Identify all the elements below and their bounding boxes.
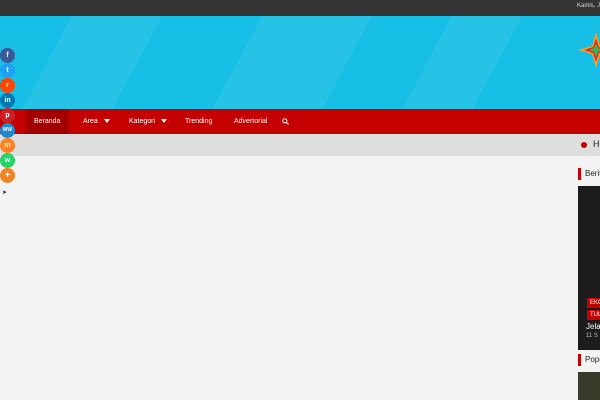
- mix-share-button[interactable]: m: [0, 138, 15, 153]
- nav-item-label: Area: [83, 118, 98, 125]
- featured-news-meta: 11 S: [586, 333, 598, 339]
- category-tag[interactable]: EKO: [587, 298, 600, 308]
- more-icon: +: [4, 170, 11, 181]
- linkedin-share-button[interactable]: in: [0, 93, 15, 108]
- featured-news-headline[interactable]: Jela: [586, 322, 600, 331]
- mewe-icon: MW: [3, 127, 12, 133]
- reddit-share-button[interactable]: r: [0, 78, 15, 93]
- pinterest-share-button[interactable]: p: [0, 108, 15, 123]
- chevron-down-icon: [161, 118, 168, 123]
- current-date: Kamis, J: [576, 3, 600, 9]
- whatsapp-icon: w: [4, 157, 11, 164]
- top-bar: Kamis, J: [0, 0, 600, 16]
- chevron-down-icon: [103, 118, 110, 123]
- popular-news-image[interactable]: [578, 372, 600, 400]
- nav-item-beranda[interactable]: Beranda: [25, 109, 70, 134]
- twitter-icon: t: [6, 67, 9, 74]
- site-header-banner: [0, 16, 600, 109]
- ticker-dot-icon: [581, 142, 587, 148]
- ticker-label: H: [593, 139, 600, 149]
- nav-item-advertorial[interactable]: Advertorial: [234, 109, 267, 134]
- collapse-arrow-icon[interactable]: ➤: [2, 189, 7, 196]
- facebook-icon: f: [6, 52, 9, 59]
- nav-item-label: Kategori: [129, 118, 156, 125]
- twitter-share-button[interactable]: t: [0, 63, 15, 78]
- category-tag[interactable]: TUL: [587, 310, 600, 320]
- nav-item-kategori[interactable]: Kategori: [129, 109, 168, 134]
- popular-widget-title: Popu: [578, 354, 600, 366]
- nav-item-label: Advertorial: [234, 118, 268, 125]
- berita-widget-title: Berit: [578, 168, 600, 180]
- mewe-share-button[interactable]: MW: [0, 123, 15, 138]
- more-share-button[interactable]: +: [0, 168, 15, 183]
- nav-item-label: Trending: [185, 118, 213, 125]
- mix-icon: m: [4, 142, 11, 149]
- nav-item-label: Beranda: [34, 118, 61, 125]
- whatsapp-share-button[interactable]: w: [0, 153, 15, 168]
- nav-item-area[interactable]: Area: [83, 109, 110, 134]
- search-icon[interactable]: [282, 118, 289, 125]
- site-logo-icon[interactable]: [576, 30, 600, 70]
- pinterest-icon: p: [5, 112, 10, 119]
- facebook-share-button[interactable]: f: [0, 48, 15, 63]
- main-navigation: Beranda Area Kategori Trending Advertori…: [0, 109, 600, 134]
- nav-item-trending[interactable]: Trending: [185, 109, 212, 134]
- news-ticker: H: [0, 134, 600, 156]
- reddit-icon: r: [6, 82, 9, 89]
- linkedin-icon: in: [4, 97, 11, 104]
